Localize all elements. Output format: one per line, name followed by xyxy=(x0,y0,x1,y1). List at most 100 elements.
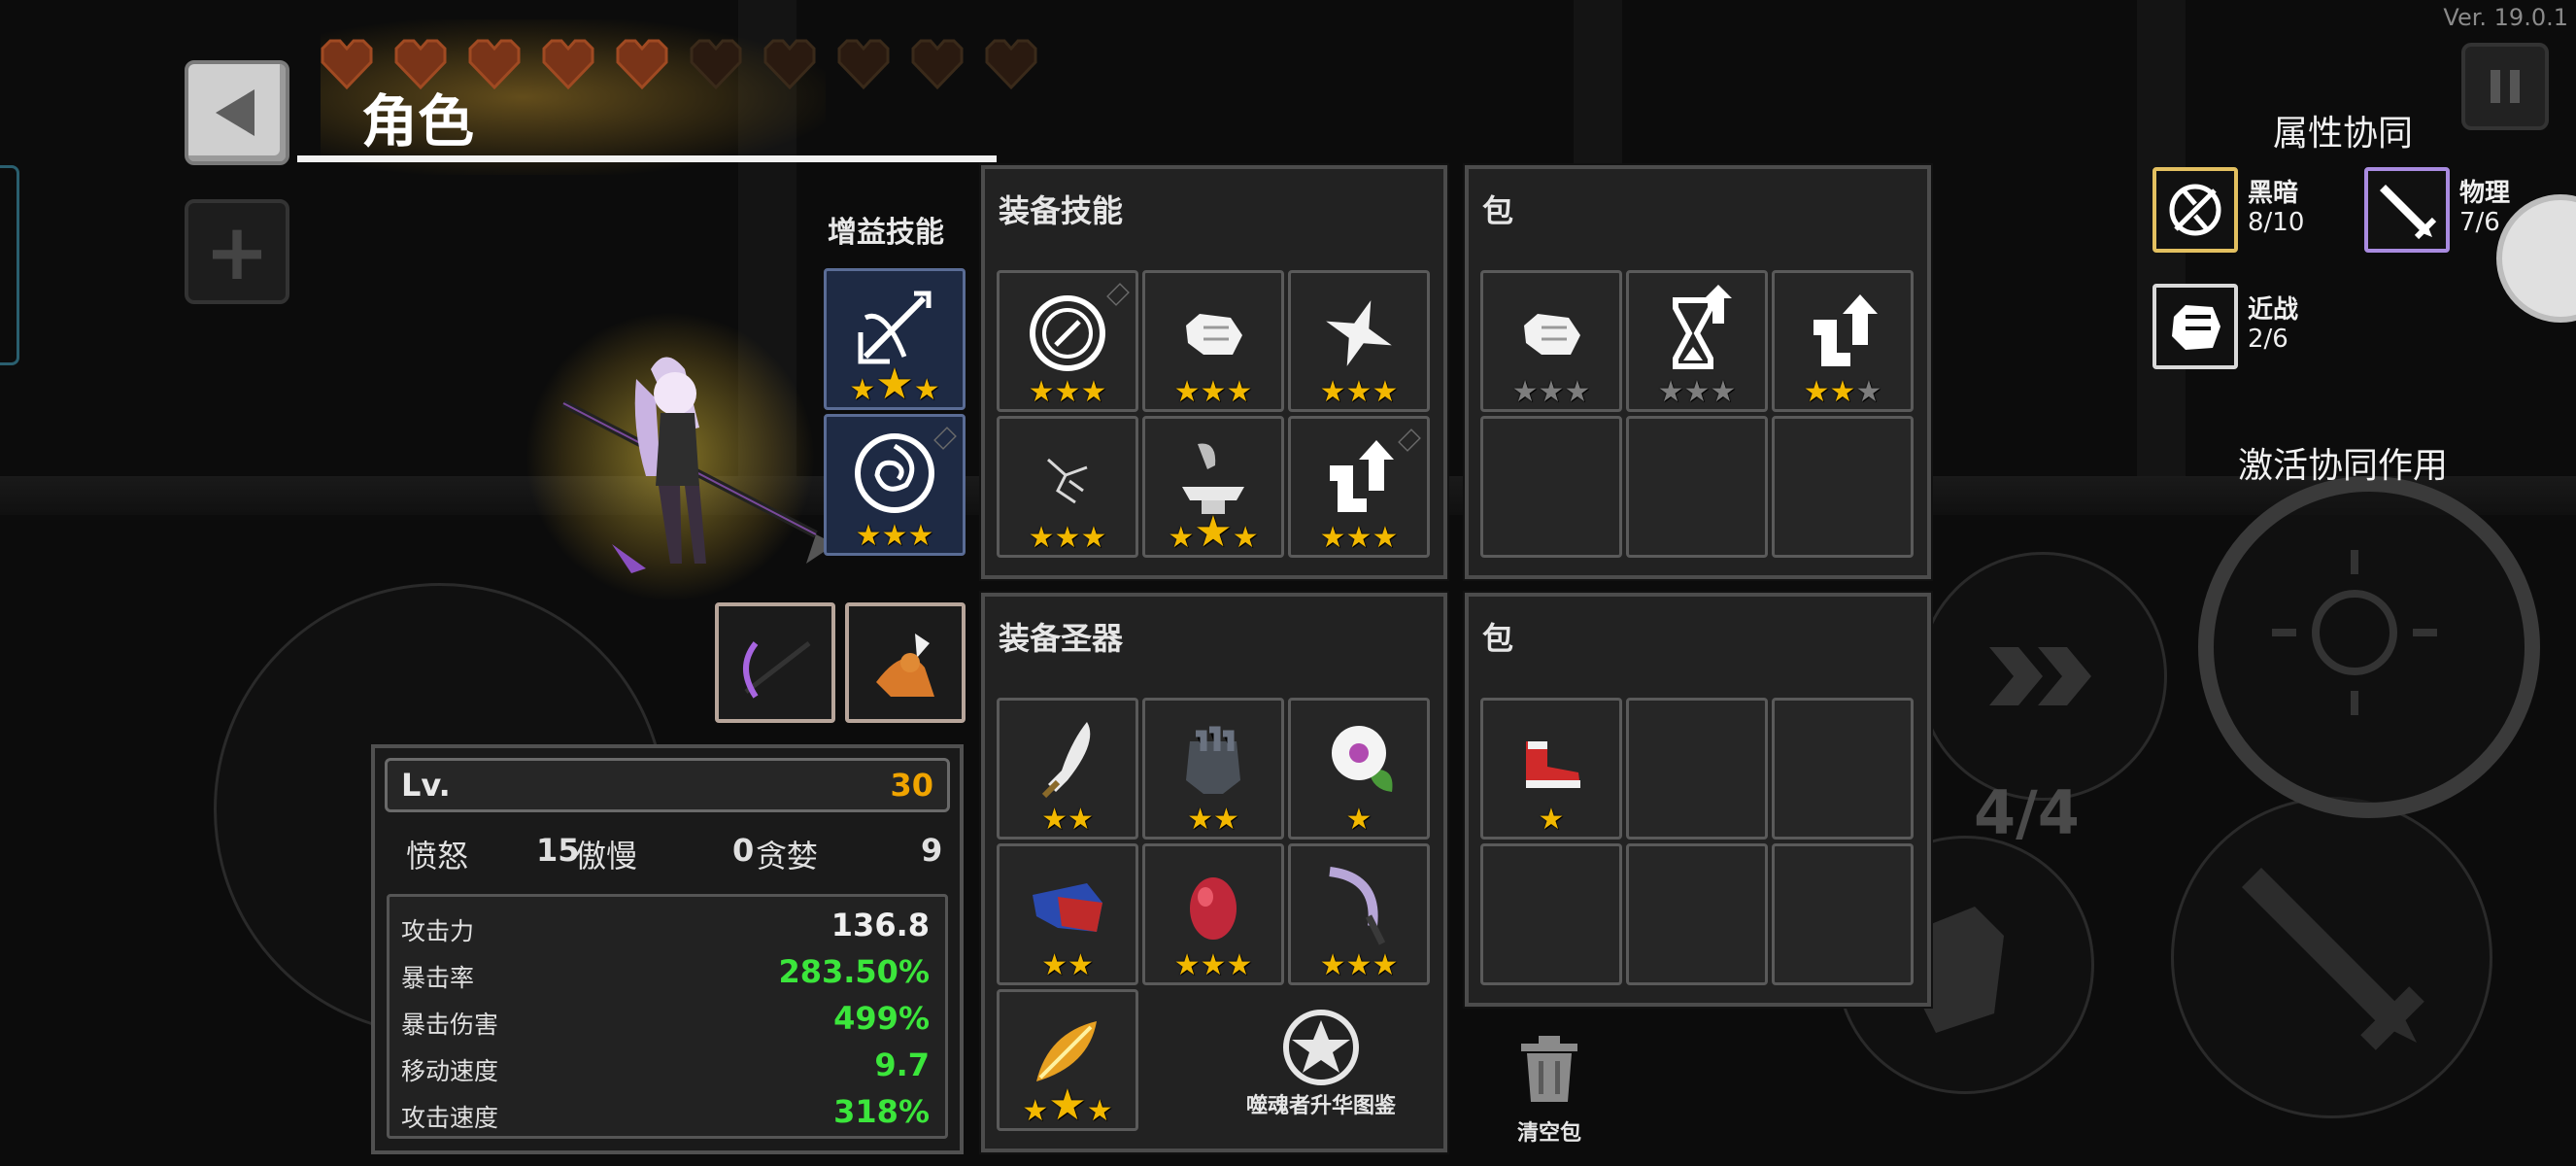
inventory-slot[interactable]: ★ ★ ★ xyxy=(1772,270,1914,412)
star-rating: ★ ★ ★ xyxy=(1145,511,1281,554)
empty-slot[interactable] xyxy=(1480,843,1622,985)
inventory-slot[interactable]: ★ ★ ★ xyxy=(1480,270,1622,412)
inventory-slot[interactable]: ★ ★ ★ xyxy=(997,416,1138,558)
stat-label: 移动速度 xyxy=(401,1057,499,1085)
star-icon: ★ xyxy=(1345,948,1373,982)
inventory-slot[interactable]: ★ ★ ★ xyxy=(1142,843,1284,985)
inventory-slot[interactable]: ★ ★ xyxy=(997,843,1138,985)
empty-slot[interactable] xyxy=(1772,416,1914,558)
star-icon: ★ xyxy=(1187,803,1213,837)
heart-empty-icon xyxy=(911,39,964,89)
inventory-slot[interactable]: ★ xyxy=(1480,698,1622,840)
codex-button[interactable]: 噬魂者升华图鉴 xyxy=(1214,1007,1428,1123)
inventory-slot[interactable]: ★ ★ ★ xyxy=(1288,270,1430,412)
blade-icon xyxy=(1041,722,1091,799)
stat-label: 暴击率 xyxy=(401,964,475,992)
inventory-slot[interactable]: ★ ★ ★ xyxy=(997,989,1138,1131)
empty-slot[interactable] xyxy=(1772,843,1914,985)
empty-slot[interactable] xyxy=(1626,416,1768,558)
stat-row: 攻击速度 318% xyxy=(401,1089,933,1136)
inventory-slot[interactable]: ★ ★ ★ xyxy=(1626,270,1768,412)
star-icon: ★ xyxy=(1028,521,1055,555)
dash-arrow-icon xyxy=(1989,647,2091,705)
pet-slot[interactable] xyxy=(845,602,966,723)
star-icon: ★ xyxy=(1511,375,1539,409)
version-label: Ver. 19.0.1 xyxy=(2443,4,2568,31)
star-icon: ★ xyxy=(1319,375,1346,409)
shuriken-icon xyxy=(1326,300,1392,366)
inventory-slot[interactable]: ★ ★ ★ xyxy=(1142,270,1284,412)
star-icon: ★ xyxy=(1855,375,1882,409)
star-rating: ★ ★ ★ xyxy=(1291,951,1427,980)
star-icon: ★ xyxy=(875,360,914,409)
star-rating: ★ ★ xyxy=(1000,806,1135,835)
star-icon: ★ xyxy=(1213,803,1239,837)
clear-bag-button[interactable]: 清空包 xyxy=(1506,1032,1593,1146)
melee-fist-icon xyxy=(2152,284,2238,369)
stats-panel: Lv. 30 愤怒 15 傲慢 0 贪婪 9 攻击力 136.8 暴击率 283.50… xyxy=(371,744,964,1154)
add-button[interactable]: + xyxy=(185,199,289,304)
codex-label: 噬魂者升华图鉴 xyxy=(1245,1094,1396,1118)
star-icon: ★ xyxy=(1683,375,1711,409)
synergy-name: 近战 xyxy=(2248,295,2299,325)
star-icon: ★ xyxy=(1319,948,1346,982)
empty-slot[interactable] xyxy=(1626,698,1768,840)
synergy-count: 2/6 xyxy=(2248,325,2288,354)
star-icon: ★ xyxy=(1226,375,1253,409)
scythe-icon xyxy=(743,641,811,699)
heart-empty-icon xyxy=(837,39,890,89)
equipped-skills-title: 装备技能 xyxy=(999,192,1124,229)
inventory-slot[interactable]: ★ xyxy=(1288,698,1430,840)
stat-row: 暴击率 283.50% xyxy=(401,949,933,996)
synergy-dark[interactable]: 黑暗 8/10 xyxy=(2152,167,2376,255)
star-icon: ★ xyxy=(1068,803,1094,837)
empty-slot[interactable] xyxy=(1480,416,1622,558)
star-icon: ★ xyxy=(855,519,882,553)
stat-row: 暴击伤害 499% xyxy=(401,996,933,1043)
inventory-slot[interactable]: ★ ★ xyxy=(997,698,1138,840)
sin-greed-label: 贪婪 xyxy=(756,838,819,874)
pause-button[interactable] xyxy=(2461,43,2549,130)
inventory-slot[interactable]: ★ ★ ★ xyxy=(997,270,1138,412)
ultimate-button[interactable] xyxy=(2198,476,2540,818)
inventory-slot[interactable]: ★ ★ xyxy=(1142,698,1284,840)
star-icon: ★ xyxy=(1041,948,1068,982)
back-button[interactable] xyxy=(185,60,289,165)
star-rating: ★ ★ ★ xyxy=(1291,378,1427,407)
dash-button[interactable] xyxy=(1918,552,2167,801)
inventory-slot[interactable]: ★ ★ ★ xyxy=(1142,416,1284,558)
physical-sword-icon xyxy=(2364,167,2450,253)
sin-counters: 愤怒 15 傲慢 0 贪婪 9 xyxy=(385,832,948,874)
buff-skill-slot-2[interactable]: ★ ★ ★ xyxy=(824,414,966,556)
empty-slot[interactable] xyxy=(1772,698,1914,840)
star-icon: ★ xyxy=(1086,1094,1113,1128)
heart-empty-icon xyxy=(985,39,1037,89)
star-icon: ★ xyxy=(1022,1094,1049,1128)
star-rating: ★ ★ ★ xyxy=(1775,378,1911,407)
star-icon: ★ xyxy=(1200,375,1227,409)
sin-greed-value: 9 xyxy=(921,832,943,869)
side-tab[interactable] xyxy=(0,165,19,365)
star-icon: ★ xyxy=(1054,375,1081,409)
equipped-skills-panel: 装备技能 ★ ★ ★ ★ ★ ★ ★ ★ ★ ★ ★ ★ ★ ★ ★ ★ ★ ★ xyxy=(981,165,1447,579)
star-rating: ★ ★ xyxy=(1000,951,1135,980)
star-icon: ★ xyxy=(1048,1080,1087,1130)
synergy-melee[interactable]: 近战 2/6 xyxy=(2152,284,2376,371)
weapon-slot[interactable] xyxy=(715,602,835,723)
skill-bag-title: 包 xyxy=(1482,192,1514,229)
activate-synergy-label: 激活协同作用 xyxy=(2238,446,2449,486)
star-rating: ★ ★ ★ xyxy=(1483,378,1619,407)
star-rating: ★ ★ ★ xyxy=(1291,524,1427,553)
relic-bag-title: 包 xyxy=(1482,620,1514,657)
synergy-name: 物理 xyxy=(2459,179,2511,208)
level-label: Lv. xyxy=(401,767,451,804)
buff-skill-slot-1[interactable]: ★ ★ ★ xyxy=(824,268,966,410)
star-rating: ★ ★ ★ xyxy=(1000,524,1135,553)
trash-icon xyxy=(1521,1036,1577,1102)
fist-icon xyxy=(1524,314,1580,355)
inventory-slot[interactable]: ★ ★ ★ xyxy=(1288,843,1430,985)
attack-button[interactable] xyxy=(2171,797,2492,1118)
synergy-physical[interactable]: 物理 7/6 xyxy=(2364,167,2576,255)
inventory-slot[interactable]: ★ ★ ★ xyxy=(1288,416,1430,558)
empty-slot[interactable] xyxy=(1626,843,1768,985)
